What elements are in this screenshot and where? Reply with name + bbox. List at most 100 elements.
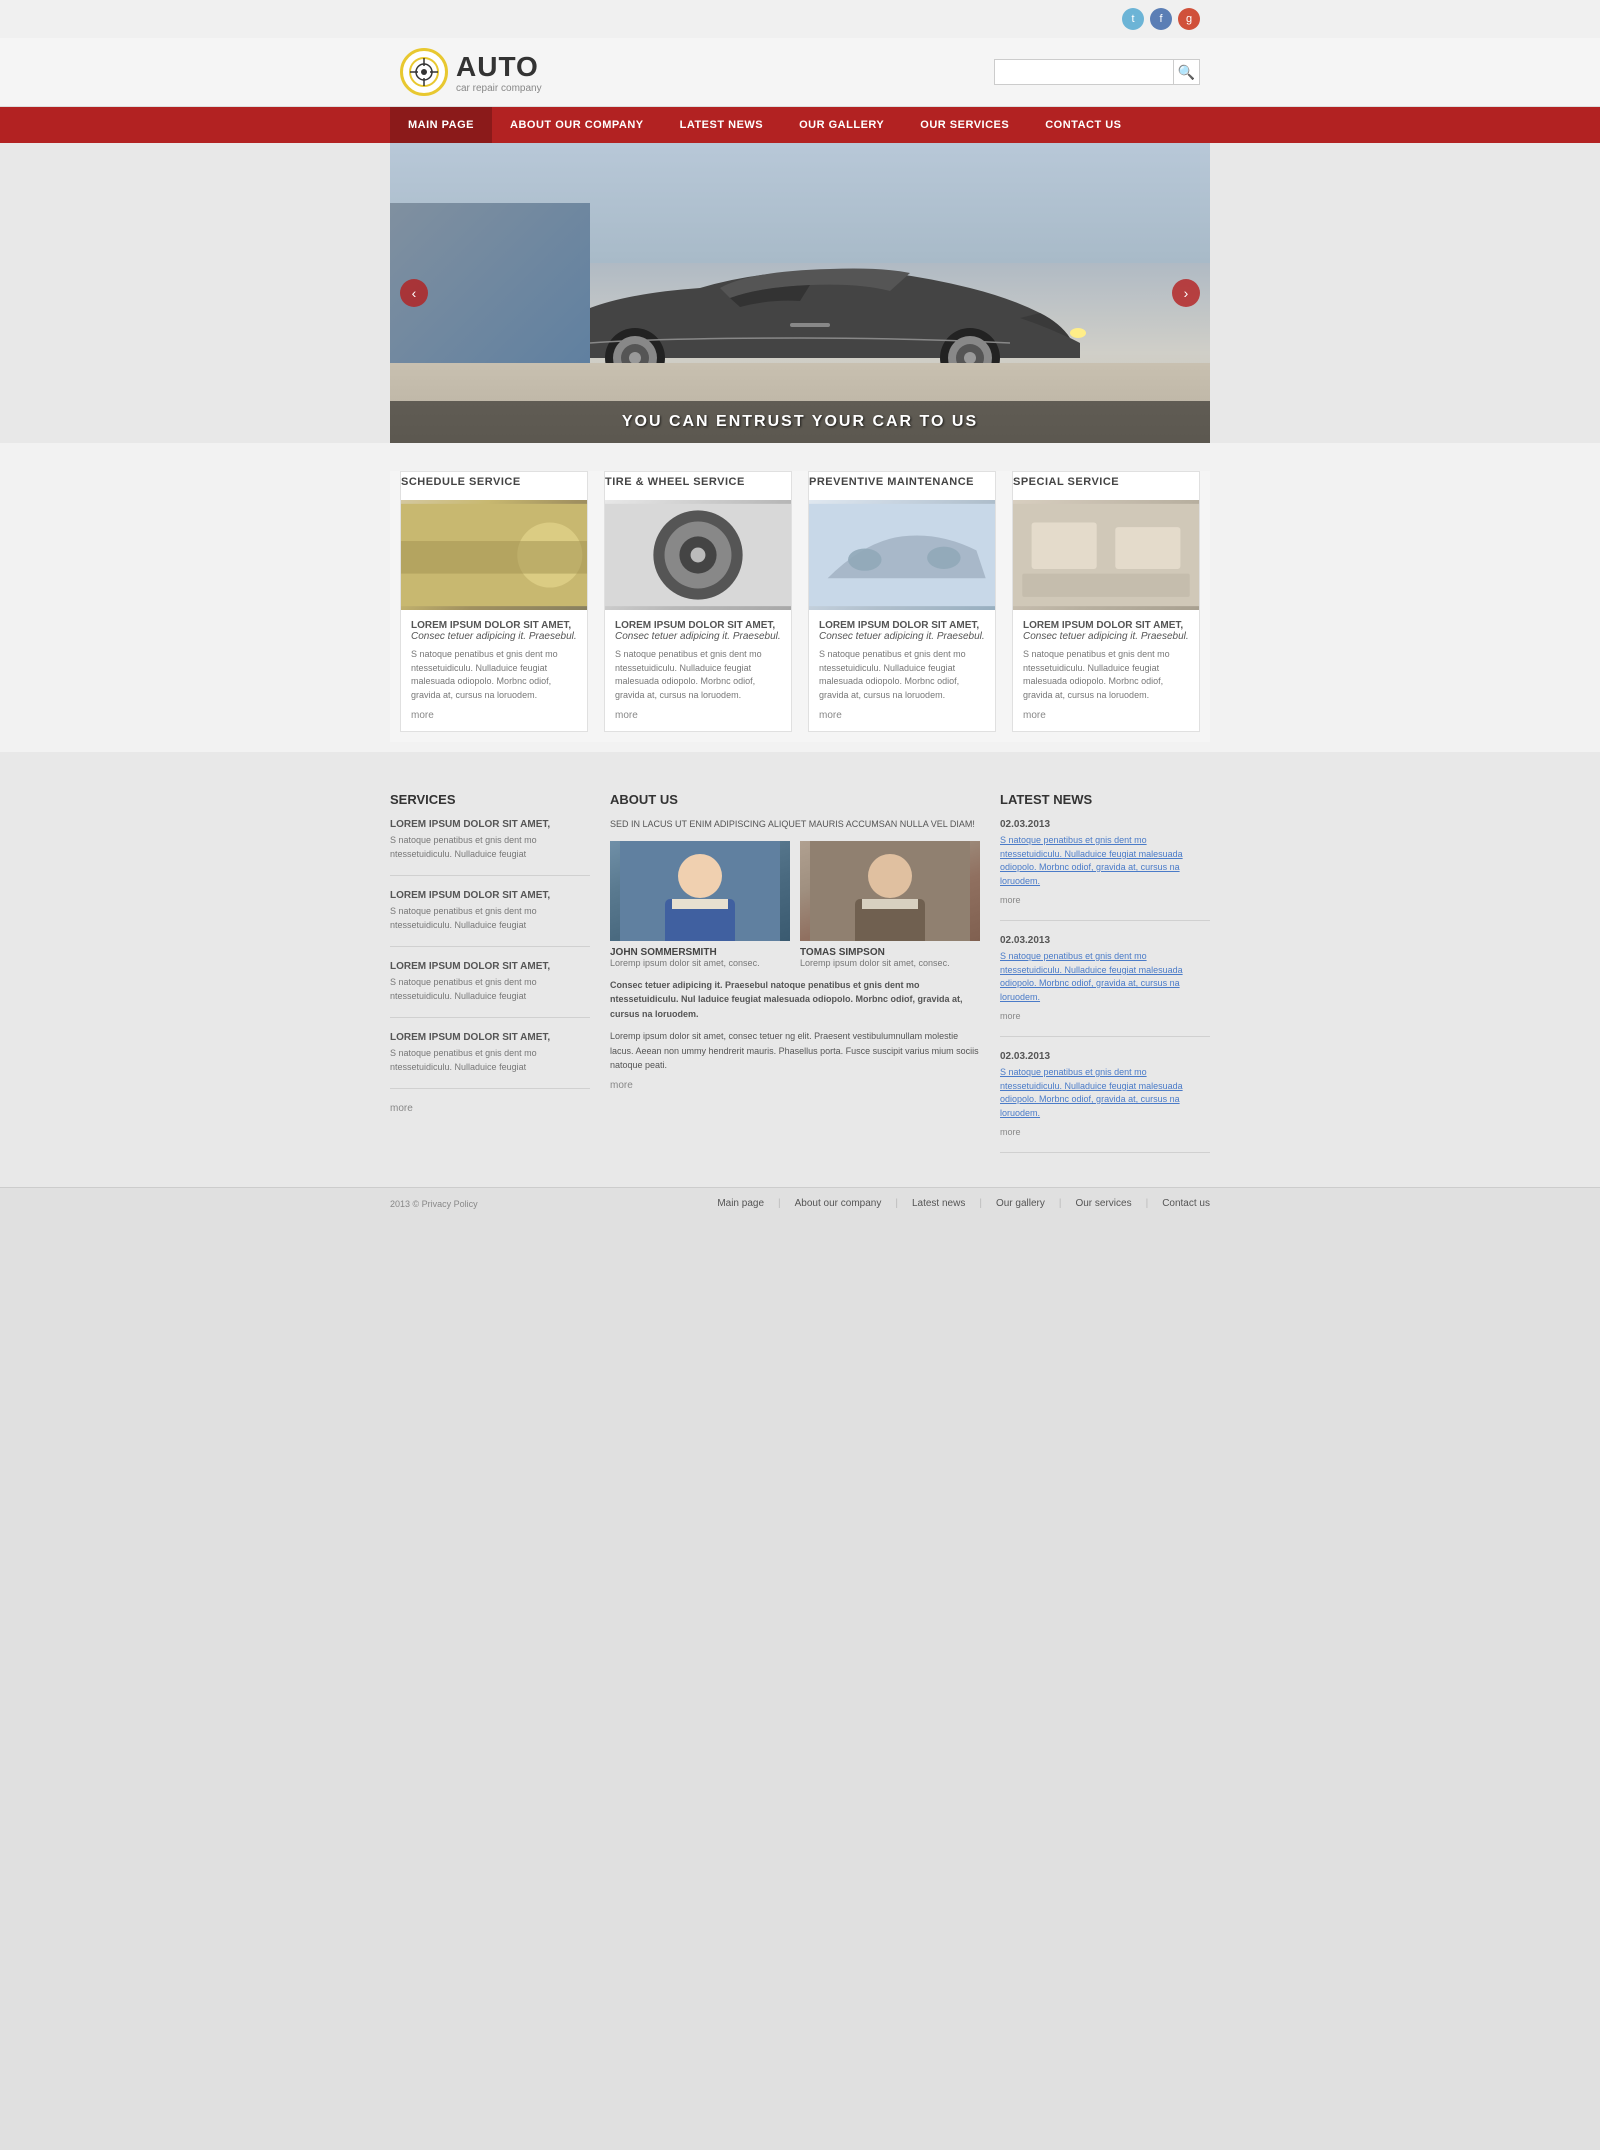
services-more-link[interactable]: more	[390, 1103, 590, 1114]
service-lorem-0: LOREM IPSUM DOLOR SIT AMET, Consec tetue…	[411, 620, 577, 642]
hero-image	[390, 143, 1210, 443]
service-list-desc-2: S natoque penatibus et gnis dent mo ntes…	[390, 976, 590, 1003]
news-item-2: 02.03.2013 S natoque penatibus et gnis d…	[1000, 1051, 1210, 1153]
search-input[interactable]	[994, 59, 1174, 85]
footer-sep-5: |	[1146, 1198, 1149, 1209]
services-cards-row: SCHEDULE SERVICE LOREM IPSUM DOLOR SIT A…	[400, 471, 1200, 732]
news-text-1[interactable]: S natoque penatibus et gnis dent mo ntes…	[1000, 950, 1210, 1004]
service-list-desc-1: S natoque penatibus et gnis dent mo ntes…	[390, 905, 590, 932]
service-list-item-0: LOREM IPSUM DOLOR SIT AMET, S natoque pe…	[390, 819, 590, 876]
team-member-0: JOHN SOMMERSMITH Loremp ipsum dolor sit …	[610, 841, 790, 968]
service-card-title-1: TIRE & WHEEL SERVICE	[605, 472, 791, 492]
footer-sep-4: |	[1059, 1198, 1062, 1209]
service-card-title-0: SCHEDULE SERVICE	[401, 472, 587, 492]
about-body: Consec tetuer adipicing it. Praesebul na…	[610, 978, 980, 1021]
nav-item-our-services[interactable]: OUR SERVICES	[902, 107, 1027, 143]
twitter-icon[interactable]: t	[1122, 8, 1144, 30]
service-list-title-2: LOREM IPSUM DOLOR SIT AMET,	[390, 961, 590, 972]
service-list-desc-3: S natoque penatibus et gnis dent mo ntes…	[390, 1047, 590, 1074]
service-card-0: SCHEDULE SERVICE LOREM IPSUM DOLOR SIT A…	[400, 471, 588, 732]
news-title: LATEST NEWS	[1000, 792, 1210, 807]
services-section: SCHEDULE SERVICE LOREM IPSUM DOLOR SIT A…	[390, 471, 1210, 742]
service-more-link-2[interactable]: more	[819, 710, 985, 721]
footer-link-main-page[interactable]: Main page	[717, 1198, 764, 1209]
nav-item-main-page[interactable]: MAIN PAGE	[390, 107, 492, 143]
brand-name: AUTO	[456, 51, 539, 82]
news-text-2[interactable]: S natoque penatibus et gnis dent mo ntes…	[1000, 1066, 1210, 1120]
news-text-0[interactable]: S natoque penatibus et gnis dent mo ntes…	[1000, 834, 1210, 888]
header: AUTO car repair company 🔍	[0, 38, 1600, 107]
footer-link-about-our-company[interactable]: About our company	[795, 1198, 882, 1209]
nav-item-latest-news[interactable]: LATEST NEWS	[662, 107, 782, 143]
service-more-link-0[interactable]: more	[411, 710, 577, 721]
bottom-inner: SERVICES LOREM IPSUM DOLOR SIT AMET, S n…	[390, 792, 1210, 1167]
team-desc-1: Loremp ipsum dolor sit amet, consec.	[800, 958, 980, 968]
search-button[interactable]: 🔍	[1174, 59, 1200, 85]
about-body2: Loremp ipsum dolor sit amet, consec tetu…	[610, 1029, 980, 1072]
service-list-desc-0: S natoque penatibus et gnis dent mo ntes…	[390, 834, 590, 861]
service-list: LOREM IPSUM DOLOR SIT AMET, S natoque pe…	[390, 819, 590, 1089]
google-icon[interactable]: g	[1178, 8, 1200, 30]
nav-item-our-gallery[interactable]: OUR GALLERY	[781, 107, 902, 143]
service-more-link-1[interactable]: more	[615, 710, 781, 721]
logo[interactable]: AUTO car repair company	[400, 48, 542, 96]
about-title: ABOUT US	[610, 792, 980, 807]
service-card-title-2: PREVENTIVE MAINTENANCE	[809, 472, 995, 492]
service-desc-2: S natoque penatibus et gnis dent mo ntes…	[819, 648, 985, 702]
service-list-item-2: LOREM IPSUM DOLOR SIT AMET, S natoque pe…	[390, 961, 590, 1018]
footer-copyright: 2013 © Privacy Policy	[390, 1199, 478, 1209]
top-bar: t f g	[0, 0, 1600, 38]
service-list-item-3: LOREM IPSUM DOLOR SIT AMET, S natoque pe…	[390, 1032, 590, 1089]
service-card-2: PREVENTIVE MAINTENANCE LOREM IPSUM DOLOR…	[808, 471, 996, 732]
footer-sep-1: |	[778, 1198, 781, 1209]
nav-item-contact-us[interactable]: CONTACT US	[1027, 107, 1139, 143]
brand-tagline: car repair company	[456, 83, 542, 94]
service-desc-3: S natoque penatibus et gnis dent mo ntes…	[1023, 648, 1189, 702]
news-item-0: 02.03.2013 S natoque penatibus et gnis d…	[1000, 819, 1210, 921]
news-more-link-0[interactable]: more	[1000, 895, 1021, 905]
team-name-0: JOHN SOMMERSMITH	[610, 947, 790, 958]
news-item-1: 02.03.2013 S natoque penatibus et gnis d…	[1000, 935, 1210, 1037]
team-img-0	[610, 841, 790, 941]
hero-prev-button[interactable]: ‹	[400, 279, 428, 307]
news-date-1: 02.03.2013	[1000, 935, 1210, 946]
service-desc-0: S natoque penatibus et gnis dent mo ntes…	[411, 648, 577, 702]
search-box: 🔍	[994, 59, 1200, 85]
service-card-1: TIRE & WHEEL SERVICE LOREM IPSUM DOLOR S…	[604, 471, 792, 732]
service-card-img-0	[401, 500, 587, 610]
about-column: ABOUT US SED IN LACUS UT ENIM ADIPISCING…	[610, 792, 980, 1167]
service-lorem-1: LOREM IPSUM DOLOR SIT AMET, Consec tetue…	[615, 620, 781, 642]
footer-link-latest-news[interactable]: Latest news	[912, 1198, 965, 1209]
news-column: LATEST NEWS 02.03.2013 S natoque penatib…	[1000, 792, 1210, 1167]
about-subtitle: SED IN LACUS UT ENIM ADIPISCING ALIQUET …	[610, 819, 980, 829]
news-more-link-2[interactable]: more	[1000, 1127, 1021, 1137]
service-card-img-1	[605, 500, 791, 610]
news-date-2: 02.03.2013	[1000, 1051, 1210, 1062]
facebook-icon[interactable]: f	[1150, 8, 1172, 30]
team-name-1: TOMAS SIMPSON	[800, 947, 980, 958]
services-column: SERVICES LOREM IPSUM DOLOR SIT AMET, S n…	[390, 792, 590, 1167]
footer-link-our-gallery[interactable]: Our gallery	[996, 1198, 1045, 1209]
hero-section: YOU CAN ENTRUST YOUR CAR TO US ‹ ›	[390, 143, 1210, 443]
hero-next-button[interactable]: ›	[1172, 279, 1200, 307]
footer-link-our-services[interactable]: Our services	[1075, 1198, 1131, 1209]
nav-item-about-our-company[interactable]: ABOUT OUR COMPANY	[492, 107, 662, 143]
footer-inner: 2013 © Privacy Policy Main page | About ou…	[390, 1198, 1210, 1209]
service-more-link-3[interactable]: more	[1023, 710, 1189, 721]
logo-icon	[400, 48, 448, 96]
about-team: JOHN SOMMERSMITH Loremp ipsum dolor sit …	[610, 841, 980, 968]
footer-links: Main page | About our company | Latest news |…	[717, 1198, 1210, 1209]
team-desc-0: Loremp ipsum dolor sit amet, consec.	[610, 958, 790, 968]
footer-link-contact-us[interactable]: Contact us	[1162, 1198, 1210, 1209]
team-img-1	[800, 841, 980, 941]
service-list-title-0: LOREM IPSUM DOLOR SIT AMET,	[390, 819, 590, 830]
service-lorem-3: LOREM IPSUM DOLOR SIT AMET, Consec tetue…	[1023, 620, 1189, 642]
news-more-link-1[interactable]: more	[1000, 1011, 1021, 1021]
services-column-title: SERVICES	[390, 792, 590, 807]
footer-sep-2: |	[895, 1198, 898, 1209]
service-desc-1: S natoque penatibus et gnis dent mo ntes…	[615, 648, 781, 702]
footer-sep-3: |	[979, 1198, 982, 1209]
main-nav: MAIN PAGEABOUT OUR COMPANYLATEST NEWSOUR…	[0, 107, 1600, 143]
hero-text: YOU CAN ENTRUST YOUR CAR TO US	[622, 413, 978, 430]
about-more-link[interactable]: more	[610, 1080, 980, 1091]
